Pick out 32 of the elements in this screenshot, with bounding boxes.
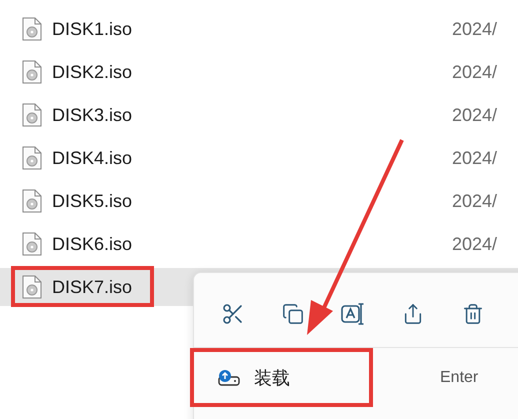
disc-file-icon (22, 275, 42, 299)
share-icon (402, 303, 424, 325)
file-name: DISK3.iso (52, 104, 134, 126)
file-date: 2024/ (452, 190, 498, 212)
file-row[interactable]: DISK2.iso 2024/ (0, 53, 518, 91)
rename-icon (340, 301, 366, 327)
file-date: 2024/ (452, 62, 498, 82)
file-row[interactable]: DISK4.iso 2024/ (0, 139, 518, 177)
trash-icon (462, 303, 484, 325)
file-name: DISK7.iso (52, 276, 134, 298)
file-row[interactable]: DISK5.iso 2024/ (0, 182, 518, 220)
file-name: DISK5.iso (52, 190, 134, 212)
file-row[interactable]: DISK3.iso 2024/ (0, 96, 518, 134)
file-row[interactable]: DISK1.iso 2024/ (0, 10, 518, 48)
file-row[interactable]: DISK6.iso 2024/ (0, 225, 518, 263)
file-name: DISK6.iso (52, 234, 134, 254)
menu-item[interactable]: 装载 Enter (194, 352, 518, 404)
file-date: 2024/ (452, 104, 498, 126)
file-name: DISK1.iso (52, 18, 134, 40)
file-name: DISK4.iso (52, 148, 134, 168)
file-date: 2024/ (452, 234, 498, 254)
disc-file-icon (22, 146, 42, 170)
disc-file-icon (22, 232, 42, 256)
file-date: 2024/ (452, 148, 498, 168)
disc-file-icon (22, 103, 42, 127)
file-name: DISK2.iso (52, 62, 134, 82)
disc-file-icon (22, 60, 42, 84)
file-date: 2024/ (452, 18, 498, 40)
disc-file-icon (22, 17, 42, 41)
disc-file-icon (22, 189, 42, 213)
copy-icon (282, 303, 304, 325)
mount-drive-icon (218, 369, 240, 387)
